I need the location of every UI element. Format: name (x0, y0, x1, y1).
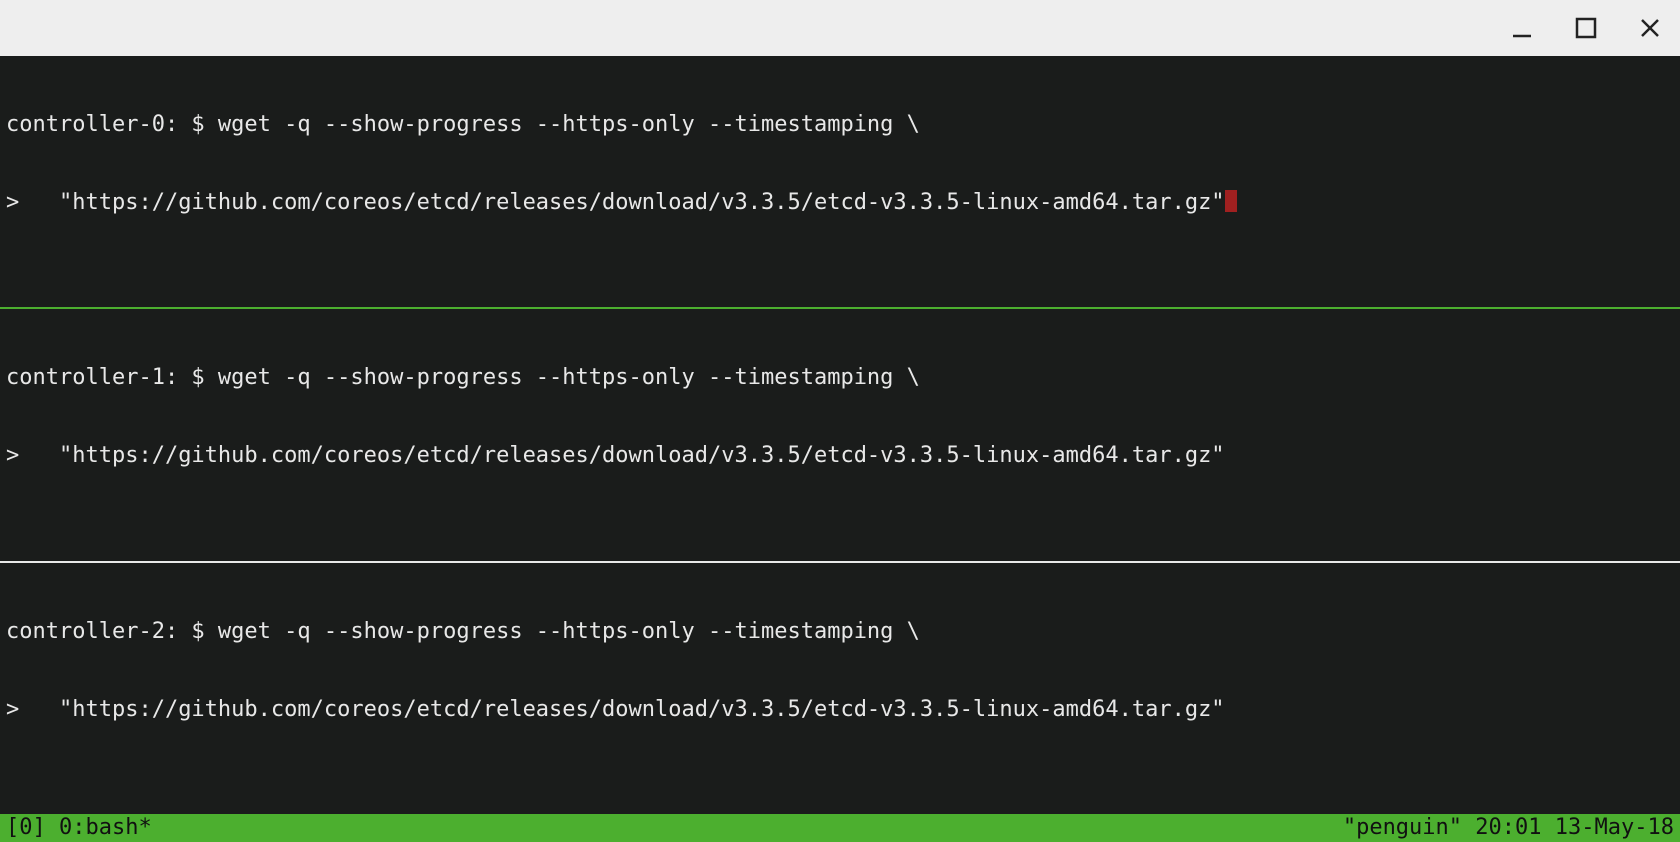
terminal-line: controller-0: $ wget -q --show-progress … (6, 112, 1674, 138)
command-text: "https://github.com/coreos/etcd/releases… (59, 443, 1225, 468)
command-text: wget -q --show-progress --https-only --t… (218, 112, 920, 137)
clock-date: 13-May-18 (1555, 815, 1674, 840)
clock-time: 20:01 (1475, 815, 1541, 840)
statusbar-left: [0] 0:bash* (6, 815, 152, 841)
tmux-statusbar: [0] 0:bash* "penguin" 20:01 13-May-18 (0, 814, 1680, 842)
maximize-icon[interactable] (1574, 16, 1598, 40)
terminal-body[interactable]: controller-0: $ wget -q --show-progress … (0, 56, 1680, 842)
session-index: [0] (6, 815, 59, 840)
shell-prompt: controller-0: $ (6, 112, 218, 137)
statusbar-right: "penguin" 20:01 13-May-18 (1343, 815, 1674, 841)
terminal-line: > "https://github.com/coreos/etcd/releas… (6, 697, 1674, 723)
close-icon[interactable] (1638, 16, 1662, 40)
minimize-icon[interactable] (1510, 16, 1534, 40)
cursor-block (1225, 190, 1237, 212)
terminal-line: > "https://github.com/coreos/etcd/releas… (6, 190, 1674, 216)
terminal-line: > "https://github.com/coreos/etcd/releas… (6, 443, 1674, 469)
command-text: wget -q --show-progress --https-only --t… (218, 365, 920, 390)
window-name: 0:bash* (59, 815, 152, 840)
terminal-line: controller-2: $ wget -q --show-progress … (6, 619, 1674, 645)
continuation-prompt: > (6, 190, 59, 215)
hostname: "penguin" (1343, 815, 1462, 840)
tmux-pane-1[interactable]: controller-1: $ wget -q --show-progress … (0, 309, 1680, 560)
command-text: "https://github.com/coreos/etcd/releases… (59, 190, 1225, 215)
command-text: "https://github.com/coreos/etcd/releases… (59, 697, 1225, 722)
shell-prompt: controller-1: $ (6, 365, 218, 390)
tmux-pane-2[interactable]: controller-2: $ wget -q --show-progress … (0, 563, 1680, 814)
terminal-line: controller-1: $ wget -q --show-progress … (6, 365, 1674, 391)
continuation-prompt: > (6, 443, 59, 468)
continuation-prompt: > (6, 697, 59, 722)
terminal-window: controller-0: $ wget -q --show-progress … (0, 0, 1680, 842)
command-text: wget -q --show-progress --https-only --t… (218, 619, 920, 644)
shell-prompt: controller-2: $ (6, 619, 218, 644)
window-titlebar (0, 0, 1680, 56)
tmux-pane-0[interactable]: controller-0: $ wget -q --show-progress … (0, 56, 1680, 307)
